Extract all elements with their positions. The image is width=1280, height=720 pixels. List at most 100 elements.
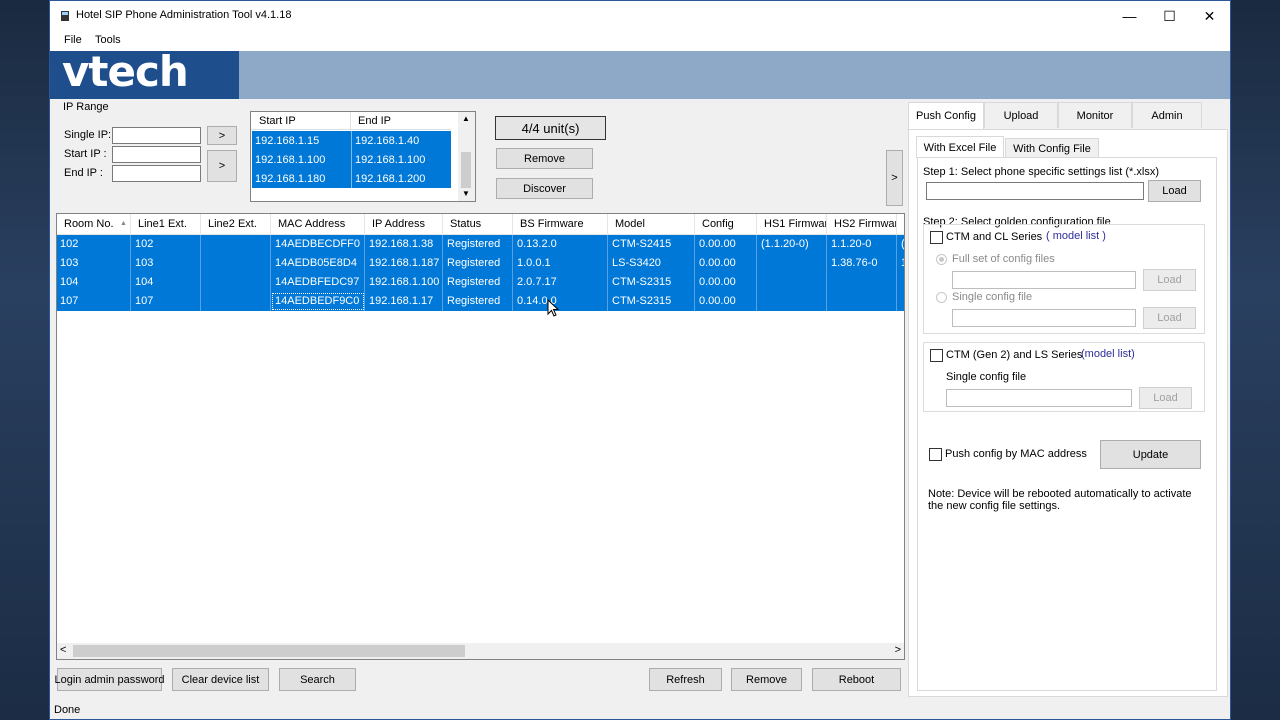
cell-overflow: ( (897, 235, 904, 254)
scroll-up-icon[interactable]: ▲ (462, 114, 470, 123)
table-row[interactable]: 102 102 14AEDBECDFF0 192.168.1.38 Regist… (57, 235, 904, 254)
cell-bs-firmware: 2.0.7.17 (513, 273, 608, 292)
cell-room: 107 (57, 292, 131, 311)
reboot-button[interactable]: Reboot (812, 668, 901, 691)
single-ip-input[interactable] (112, 127, 201, 144)
cell-ip: 192.168.1.100 (365, 273, 443, 292)
ip-list-row[interactable]: 192.168.1.15 192.168.1.40 (252, 131, 451, 150)
desktop-background-left (0, 0, 49, 720)
grid-horizontal-scrollbar[interactable]: < > (57, 643, 904, 659)
full-set-input[interactable] (952, 271, 1136, 289)
ip-list-end: 192.168.1.200 (355, 173, 426, 185)
col-ip-address[interactable]: IP Address (365, 214, 443, 235)
ctm-cl-checkbox[interactable] (930, 231, 943, 244)
start-ip-input[interactable] (112, 146, 201, 163)
ip-list-end: 192.168.1.100 (355, 154, 426, 166)
push-by-mac-label: Push config by MAC address (945, 448, 1087, 460)
col-mac-address[interactable]: MAC Address (271, 214, 365, 235)
close-icon[interactable]: ✕ (1187, 1, 1230, 31)
col-line1-ext[interactable]: Line1 Ext. (131, 214, 201, 235)
ip-list-scroll-thumb[interactable] (461, 152, 471, 188)
ip-list-row[interactable]: 192.168.1.100 192.168.1.100 (252, 150, 451, 169)
cell-status: Registered (443, 235, 513, 254)
cell-config: 0.00.00 (695, 292, 757, 311)
discover-button[interactable]: Discover (496, 178, 593, 199)
cell-line2 (201, 254, 271, 273)
reboot-note: Note: Device will be rebooted automatica… (928, 488, 1192, 512)
cell-ip: 192.168.1.38 (365, 235, 443, 254)
tab-admin[interactable]: Admin (1132, 102, 1202, 128)
scroll-down-icon[interactable]: ▼ (462, 189, 470, 198)
cell-line1: 104 (131, 273, 201, 292)
table-row[interactable]: 103 103 14AEDB05E8D4 192.168.1.187 Regis… (57, 254, 904, 273)
units-count-button[interactable]: 4/4 unit(s) (495, 116, 606, 140)
col-model[interactable]: Model (608, 214, 695, 235)
grid-scroll-thumb[interactable] (73, 645, 465, 657)
remove-ip-button[interactable]: Remove (496, 148, 593, 169)
load-single-config-button[interactable]: Load (1143, 307, 1196, 329)
sort-asc-icon: ▲ (120, 220, 127, 227)
col-line2-ext[interactable]: Line2 Ext. (201, 214, 271, 235)
full-set-radio[interactable] (936, 254, 947, 265)
load-gen2-config-button[interactable]: Load (1139, 387, 1192, 409)
maximize-icon[interactable]: ☐ (1147, 1, 1192, 31)
load-full-set-button[interactable]: Load (1143, 269, 1196, 291)
add-ip-range-button[interactable]: > (207, 150, 237, 182)
ip-range-list[interactable]: Start IP End IP 192.168.1.15 192.168.1.4… (250, 111, 476, 202)
scroll-left-icon[interactable]: < (60, 644, 66, 656)
tab-push-config[interactable]: Push Config (908, 102, 984, 130)
device-grid[interactable]: Room No. ▲ Line1 Ext. Line2 Ext. MAC Add… (56, 213, 905, 660)
table-row[interactable]: 104 104 14AEDBFEDC97 192.168.1.100 Regis… (57, 273, 904, 292)
tab-with-config-file[interactable]: With Config File (1005, 138, 1099, 158)
col-status[interactable]: Status (443, 214, 513, 235)
tab-monitor[interactable]: Monitor (1058, 102, 1132, 128)
xlsx-file-input[interactable] (926, 182, 1144, 200)
col-bs-firmware[interactable]: BS Firmware (513, 214, 608, 235)
search-button[interactable]: Search (279, 668, 356, 691)
cell-hs1: (1.1.20-0) (757, 235, 827, 254)
refresh-button[interactable]: Refresh (649, 668, 722, 691)
cell-mac-focused: 14AEDBEDF9C0 (271, 292, 365, 311)
col-hs1-firmware[interactable]: HS1 Firmware (757, 214, 827, 235)
brand-banner: vtech (50, 47, 1230, 99)
model-list-link-2[interactable]: (model list) (1081, 348, 1135, 360)
add-single-ip-button[interactable]: > (207, 126, 237, 145)
ctm-cl-group: CTM and CL Series ( model list ) Full se… (923, 224, 1205, 334)
cell-bs-firmware: 0.14.0.0 (513, 292, 608, 311)
single-config-radio[interactable] (936, 292, 947, 303)
tab-upload[interactable]: Upload (984, 102, 1058, 128)
col-config[interactable]: Config (695, 214, 757, 235)
single-config-input[interactable] (952, 309, 1136, 327)
config-tabs: Push Config Upload Monitor Admin With Ex… (908, 102, 1228, 698)
gen2-config-input[interactable] (946, 389, 1132, 407)
tab-with-excel-file[interactable]: With Excel File (916, 136, 1004, 158)
update-button[interactable]: Update (1100, 440, 1201, 469)
menu-tools[interactable]: Tools (95, 34, 121, 46)
menu-file[interactable]: File (64, 34, 82, 46)
cell-model: LS-S3420 (608, 254, 695, 273)
scroll-right-icon[interactable]: > (895, 644, 901, 656)
col-hs2-firmware[interactable]: HS2 Firmware (827, 214, 897, 235)
status-bar: Done (50, 701, 1230, 719)
cell-line2 (201, 292, 271, 311)
model-list-link-1[interactable]: ( model list ) (1046, 230, 1106, 242)
menu-bar: File Tools (50, 31, 1230, 51)
minimize-icon[interactable]: — (1107, 1, 1152, 31)
ip-list-row[interactable]: 192.168.1.180 192.168.1.200 (252, 169, 451, 188)
ip-list-divider (351, 150, 352, 169)
load-xlsx-button[interactable]: Load (1148, 180, 1201, 202)
remove-device-button[interactable]: Remove (731, 668, 802, 691)
end-ip-input[interactable] (112, 165, 201, 182)
excel-file-panel: Step 1: Select phone specific settings l… (917, 157, 1217, 691)
ip-list-scrollbar[interactable]: ▲ ▼ (458, 112, 475, 201)
login-admin-password-button[interactable]: Login admin password (54, 668, 165, 691)
cell-bs-firmware: 0.13.2.0 (513, 235, 608, 254)
clear-device-list-button[interactable]: Clear device list (172, 668, 269, 691)
expand-panel-button[interactable]: > (886, 150, 903, 206)
table-row[interactable]: 107 107 14AEDBEDF9C0 192.168.1.17 Regist… (57, 292, 904, 311)
col-overflow[interactable] (897, 214, 904, 235)
ctm-gen2-checkbox[interactable] (930, 349, 943, 362)
app-icon (61, 11, 69, 21)
push-by-mac-checkbox[interactable] (929, 448, 942, 461)
cell-line1: 103 (131, 254, 201, 273)
